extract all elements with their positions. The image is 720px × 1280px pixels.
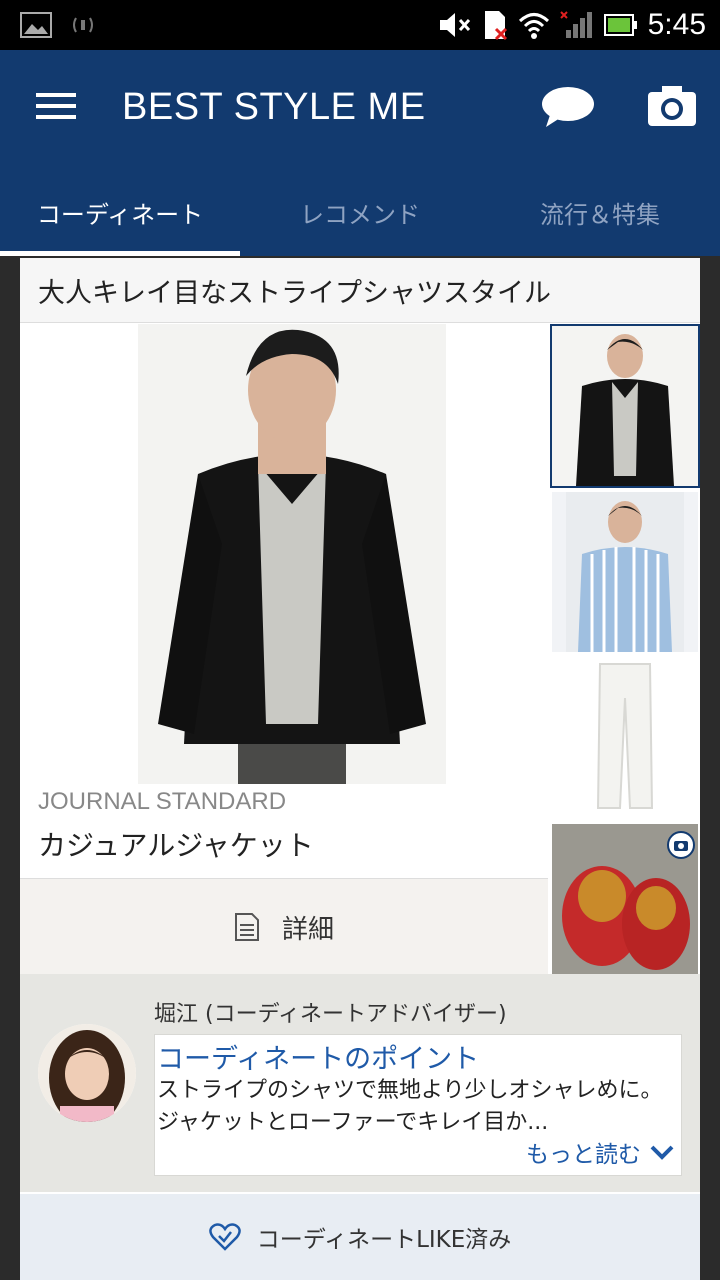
advisor-name: 堀江 (コーディネートアドバイザー) [154,1002,507,1027]
detail-label: 詳細 [281,914,334,945]
tab-bar: コーディネート レコメンド 流行＆特集 [0,168,720,256]
read-more-link[interactable]: もっと読む [526,1135,675,1169]
thumbnail-jacket[interactable] [550,324,700,488]
coordinate-card: 大人キレイ目なストライプシャツスタイル JOURNAL STANDARD カジュ… [20,258,700,1280]
status-bar: 5:45 [0,0,720,50]
item-name[interactable]: カジュアルジャケット [38,824,314,864]
gallery-notification-icon [20,12,52,38]
chevron-down-icon [650,1145,674,1160]
advice-heading: コーディネートのポイント [157,1044,480,1075]
thumbnail-white-pants[interactable] [550,656,700,820]
mute-icon [439,13,470,37]
menu-icon[interactable] [36,93,76,119]
advice-box[interactable]: コーディネートのポイント ストライプのシャツで無地より少しオシャレめに。ジャケッ… [154,1034,682,1176]
thumbnail-striped-shirt[interactable] [550,490,700,654]
like-label: コーディネートLIKE済み [256,1227,512,1253]
cell-signal-icon [559,11,592,38]
detail-button[interactable]: 詳細 [20,878,548,975]
heart-check-icon [208,1223,241,1251]
app-bar: BEST STYLE ME コーディネート レコメンド 流行＆特集 [0,50,720,256]
advisor-section: 堀江 (コーディネートアドバイザー) コーディネートのポイント ストライプのシャ… [20,974,700,1192]
wifi-icon [518,13,549,39]
camera-icon[interactable] [646,84,698,128]
coordinate-title: 大人キレイ目なストライプシャツスタイル [20,258,700,323]
app-title: BEST STYLE ME [122,86,426,128]
item-main-image[interactable] [138,324,446,784]
advisor-avatar [38,1024,136,1122]
like-button[interactable]: コーディネートLIKE済み [20,1194,700,1280]
chat-icon[interactable] [540,85,596,129]
battery-icon [603,14,637,36]
sim-icon [484,11,507,41]
camera-badge-icon [667,831,695,859]
thumbnail-red-loafers[interactable] [550,822,700,986]
document-icon [234,913,259,941]
thumbnail-list [550,324,700,988]
tab-trends[interactable]: 流行＆特集 [480,168,720,256]
signal-broadcast-icon [73,17,93,33]
item-brand: JOURNAL STANDARD [38,788,287,815]
advice-text: ストライプのシャツで無地より少しオシャレめに。ジャケットとローファーでキレイ目か… [157,1078,663,1135]
tab-recommend[interactable]: レコメンド [240,168,480,256]
read-more-label: もっと読む [526,1142,641,1168]
clock: 5:45 [647,8,706,41]
tab-coordinate[interactable]: コーディネート [0,168,240,256]
